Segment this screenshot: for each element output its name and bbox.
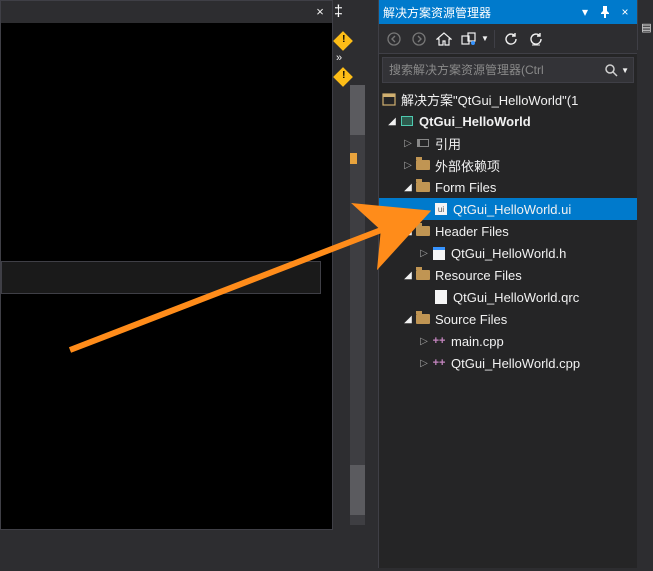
cpp-file-icon: ++	[431, 333, 447, 349]
refresh-icon[interactable]	[500, 28, 522, 50]
external-deps-label: 外部依赖项	[435, 156, 500, 175]
cpp-file-label: main.cpp	[451, 334, 504, 349]
expand-arrow-icon[interactable]: »	[336, 52, 342, 64]
search-icon[interactable]	[599, 58, 623, 82]
folder-icon	[415, 179, 431, 195]
editor-tab-strip: ×	[1, 1, 332, 23]
close-icon[interactable]: ×	[312, 4, 328, 20]
qrc-file-icon	[433, 289, 449, 305]
search-row: ▼	[382, 57, 634, 83]
toolbar-separator	[494, 30, 495, 48]
scrollbar-thumb[interactable]	[350, 85, 365, 135]
editor-area: ×	[0, 0, 333, 530]
side-tab[interactable]: ▤	[637, 0, 653, 50]
ui-file-label: QtGui_HelloWorld.ui	[453, 202, 571, 217]
cpp-file-label: QtGui_HelloWorld.cpp	[451, 356, 580, 371]
chevron-right-icon[interactable]: ▷	[417, 248, 431, 259]
references-node[interactable]: ▷ 引用	[379, 132, 637, 154]
scrollbar-region	[350, 465, 365, 515]
source-files-folder[interactable]: ◢ Source Files	[379, 308, 637, 330]
folder-icon	[415, 223, 431, 239]
solution-icon	[381, 91, 397, 107]
chevron-down-icon[interactable]: ◢	[401, 226, 415, 237]
source-files-label: Source Files	[435, 312, 507, 327]
panel-title: 解决方案资源管理器	[383, 4, 573, 21]
search-dropdown-icon[interactable]: ▼	[621, 66, 629, 75]
forward-icon[interactable]	[408, 28, 430, 50]
cpp-file-icon: ++	[431, 355, 447, 371]
folder-icon	[415, 157, 431, 173]
header-files-label: Header Files	[435, 224, 509, 239]
close-icon[interactable]: ×	[617, 4, 633, 20]
solution-explorer-panel: 解决方案资源管理器 ▾ × ▼ ▼ 解决方案"QtGui_HelloWorld"…	[378, 0, 637, 568]
resource-files-folder[interactable]: ◢ Resource Files	[379, 264, 637, 286]
chevron-right-icon[interactable]: ▷	[401, 160, 415, 171]
external-deps-node[interactable]: ▷ 外部依赖项	[379, 154, 637, 176]
h-file-icon	[431, 245, 447, 261]
dropdown-chevron-icon[interactable]: ▼	[481, 34, 489, 43]
pin-icon[interactable]	[597, 4, 613, 20]
chevron-right-icon[interactable]: ▷	[401, 138, 415, 149]
home-icon[interactable]	[433, 28, 455, 50]
sync-icon[interactable]	[458, 28, 480, 50]
chevron-down-icon[interactable]: ◢	[401, 314, 415, 325]
change-marker	[350, 153, 357, 164]
folder-icon	[415, 267, 431, 283]
resource-files-label: Resource Files	[435, 268, 522, 283]
solution-node[interactable]: 解决方案"QtGui_HelloWorld"(1	[379, 88, 637, 110]
form-files-folder[interactable]: ◢ Form Files	[379, 176, 637, 198]
references-icon	[415, 135, 431, 151]
show-all-icon[interactable]	[525, 28, 547, 50]
panel-title-bar[interactable]: 解决方案资源管理器 ▾ ×	[379, 0, 637, 24]
search-input[interactable]	[383, 63, 599, 77]
chevron-down-icon[interactable]: ◢	[401, 182, 415, 193]
references-label: 引用	[435, 134, 461, 153]
panel-toolbar: ▼	[379, 24, 637, 54]
scrollbar-track[interactable]	[350, 85, 365, 525]
project-icon	[399, 113, 415, 129]
warning-icon[interactable]	[333, 67, 353, 87]
solution-tree: 解决方案"QtGui_HelloWorld"(1 ◢ QtGui_HelloWo…	[379, 86, 637, 568]
project-node[interactable]: ◢ QtGui_HelloWorld	[379, 110, 637, 132]
chevron-right-icon[interactable]: ▷	[417, 358, 431, 369]
qrc-file-label: QtGui_HelloWorld.qrc	[453, 290, 579, 305]
warning-icon[interactable]	[333, 31, 353, 51]
header-file-node[interactable]: ▷ QtGui_HelloWorld.h	[379, 242, 637, 264]
header-file-label: QtGui_HelloWorld.h	[451, 246, 566, 261]
project-label: QtGui_HelloWorld	[419, 114, 531, 129]
collapse-handle-icon[interactable]: ‡	[334, 3, 344, 21]
ui-file-node[interactable]: ui QtGui_HelloWorld.ui	[379, 198, 637, 220]
cpp-file-node[interactable]: ▷ ++ QtGui_HelloWorld.cpp	[379, 352, 637, 374]
chevron-down-icon[interactable]: ◢	[401, 270, 415, 281]
designer-form-outline[interactable]	[1, 261, 321, 294]
ui-file-icon: ui	[433, 201, 449, 217]
header-files-folder[interactable]: ◢ Header Files	[379, 220, 637, 242]
chevron-down-icon[interactable]: ◢	[385, 116, 399, 127]
qrc-file-node[interactable]: QtGui_HelloWorld.qrc	[379, 286, 637, 308]
form-files-label: Form Files	[435, 180, 496, 195]
back-icon[interactable]	[383, 28, 405, 50]
editor-canvas[interactable]	[1, 23, 332, 529]
window-position-icon[interactable]: ▾	[577, 4, 593, 20]
chevron-right-icon[interactable]: ▷	[417, 336, 431, 347]
folder-icon	[415, 311, 431, 327]
cpp-file-node[interactable]: ▷ ++ main.cpp	[379, 330, 637, 352]
solution-label: 解决方案"QtGui_HelloWorld"(1	[401, 90, 578, 109]
